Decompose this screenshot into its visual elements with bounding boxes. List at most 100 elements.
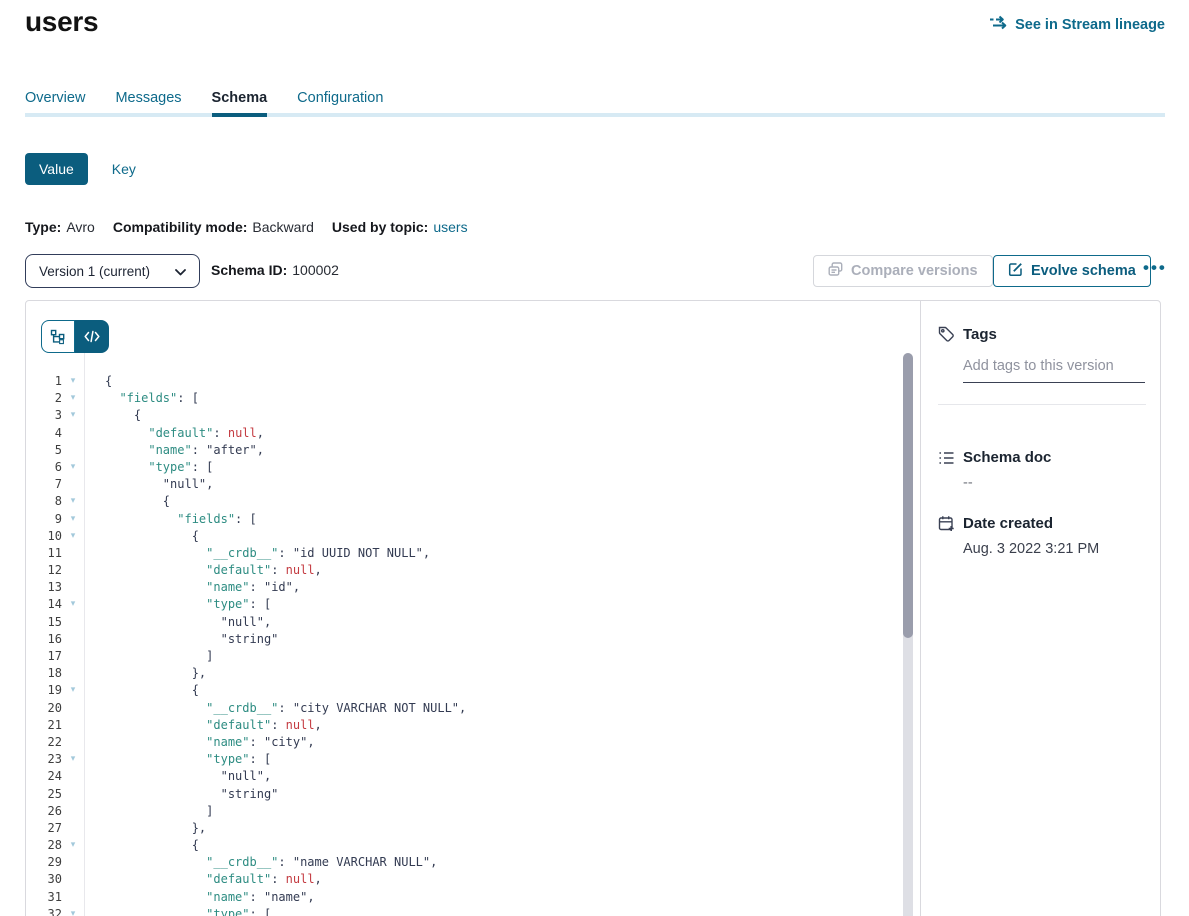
edit-schema-icon bbox=[1008, 262, 1023, 281]
line-number: 15 bbox=[26, 614, 62, 631]
code-line: 31 "name": "name", bbox=[26, 889, 903, 906]
evolve-schema-button[interactable]: Evolve schema bbox=[993, 255, 1151, 287]
line-number: 30 bbox=[26, 871, 62, 888]
fold-arrow-icon[interactable]: ▾ bbox=[62, 390, 84, 407]
version-toolbar: Version 1 (current) Schema ID: 100002 Co… bbox=[25, 254, 1165, 288]
line-number: 31 bbox=[26, 889, 62, 906]
version-select-value: Version 1 (current) bbox=[39, 264, 150, 279]
code-text: { bbox=[84, 407, 141, 424]
schema-id: Schema ID: 100002 bbox=[211, 262, 339, 278]
code-line: 15 "null", bbox=[26, 614, 903, 631]
line-number: 8 bbox=[26, 493, 62, 510]
code-text: ] bbox=[84, 648, 213, 665]
version-select[interactable]: Version 1 (current) bbox=[25, 254, 200, 288]
fold-spacer bbox=[62, 889, 84, 906]
tab-bar: Overview Messages Schema Configuration bbox=[25, 90, 383, 110]
code-text: "default": null, bbox=[84, 717, 322, 734]
fold-arrow-icon[interactable]: ▾ bbox=[62, 528, 84, 545]
see-in-stream-lineage-link[interactable]: See in Stream lineage bbox=[989, 15, 1165, 34]
fold-spacer bbox=[62, 648, 84, 665]
fold-spacer bbox=[62, 562, 84, 579]
fold-arrow-icon[interactable]: ▾ bbox=[62, 407, 84, 424]
type-label: Type: bbox=[25, 219, 61, 235]
tag-icon bbox=[938, 326, 955, 343]
code-line: 28▾ { bbox=[26, 837, 903, 854]
line-number: 1 bbox=[26, 373, 62, 390]
line-number: 21 bbox=[26, 717, 62, 734]
code-text: "__crdb__": "city VARCHAR NOT NULL", bbox=[84, 700, 466, 717]
add-tags-input[interactable] bbox=[963, 358, 1145, 383]
schema-id-label: Schema ID: bbox=[211, 262, 287, 278]
tab-configuration[interactable]: Configuration bbox=[297, 90, 383, 110]
code-line: 9▾ "fields": [ bbox=[26, 511, 903, 528]
code-line: 12 "default": null, bbox=[26, 562, 903, 579]
line-number: 18 bbox=[26, 665, 62, 682]
code-view-icon[interactable] bbox=[75, 320, 109, 353]
fold-spacer bbox=[62, 734, 84, 751]
code-text: }, bbox=[84, 665, 206, 682]
more-actions-button[interactable]: ••• bbox=[1143, 258, 1167, 278]
tags-header: Tags bbox=[938, 326, 1146, 343]
code-text: ] bbox=[84, 803, 213, 820]
code-line: 10▾ { bbox=[26, 528, 903, 545]
fold-arrow-icon[interactable]: ▾ bbox=[62, 596, 84, 613]
code-text: { bbox=[84, 682, 199, 699]
editor-scrollbar-thumb[interactable] bbox=[903, 353, 913, 638]
meta-compatibility: Compatibility mode: Backward bbox=[113, 219, 314, 235]
fold-arrow-icon[interactable]: ▾ bbox=[62, 682, 84, 699]
tab-underline-track bbox=[25, 113, 1165, 117]
tab-messages[interactable]: Messages bbox=[115, 90, 181, 110]
line-number: 16 bbox=[26, 631, 62, 648]
line-number: 3 bbox=[26, 407, 62, 424]
date-created-section: Date created Aug. 3 2022 3:21 PM bbox=[938, 515, 1146, 557]
code-line: 30 "default": null, bbox=[26, 871, 903, 888]
line-number: 6 bbox=[26, 459, 62, 476]
schema-details-sidebar: Tags Schema bbox=[920, 301, 1162, 916]
code-line: 13 "name": "id", bbox=[26, 579, 903, 596]
line-number: 9 bbox=[26, 511, 62, 528]
schema-code-editor[interactable]: 1▾{2▾ "fields": [3▾ {4 "default": null,5… bbox=[26, 353, 903, 916]
fold-arrow-icon[interactable]: ▾ bbox=[62, 837, 84, 854]
code-line: 18 }, bbox=[26, 665, 903, 682]
line-number: 13 bbox=[26, 579, 62, 596]
fold-arrow-icon[interactable]: ▾ bbox=[62, 373, 84, 390]
code-text: "name": "city", bbox=[84, 734, 315, 751]
code-text: "default": null, bbox=[84, 871, 322, 888]
tab-overview[interactable]: Overview bbox=[25, 90, 85, 110]
compatibility-label: Compatibility mode: bbox=[113, 219, 248, 235]
fold-spacer bbox=[62, 614, 84, 631]
compare-versions-icon bbox=[828, 262, 843, 281]
code-lines: 1▾{2▾ "fields": [3▾ {4 "default": null,5… bbox=[26, 353, 903, 916]
tags-body bbox=[963, 358, 1146, 383]
line-number: 19 bbox=[26, 682, 62, 699]
tab-schema[interactable]: Schema bbox=[212, 90, 268, 110]
code-text: "name": "after", bbox=[84, 442, 264, 459]
code-line: 2▾ "fields": [ bbox=[26, 390, 903, 407]
fold-arrow-icon[interactable]: ▾ bbox=[62, 459, 84, 476]
fold-spacer bbox=[62, 665, 84, 682]
fold-spacer bbox=[62, 768, 84, 785]
code-text: { bbox=[84, 837, 199, 854]
compatibility-value: Backward bbox=[252, 219, 313, 235]
type-value: Avro bbox=[66, 219, 95, 235]
schema-doc-section: Schema doc -- bbox=[938, 449, 1146, 491]
fold-spacer bbox=[62, 717, 84, 734]
code-line: 4 "default": null, bbox=[26, 425, 903, 442]
code-line: 17 ] bbox=[26, 648, 903, 665]
code-text: "type": [ bbox=[84, 906, 271, 916]
fold-arrow-icon[interactable]: ▾ bbox=[62, 511, 84, 528]
editor-scrollbar-track[interactable] bbox=[903, 353, 913, 916]
tree-view-icon[interactable] bbox=[41, 320, 75, 353]
compare-versions-button[interactable]: Compare versions bbox=[813, 255, 993, 287]
fold-arrow-icon[interactable]: ▾ bbox=[62, 493, 84, 510]
fold-arrow-icon[interactable]: ▾ bbox=[62, 751, 84, 768]
code-text: "default": null, bbox=[84, 562, 322, 579]
key-toggle-link[interactable]: Key bbox=[112, 161, 136, 177]
code-text: "__crdb__": "name VARCHAR NULL", bbox=[84, 854, 437, 871]
code-line: 20 "__crdb__": "city VARCHAR NOT NULL", bbox=[26, 700, 903, 717]
fold-arrow-icon[interactable]: ▾ bbox=[62, 906, 84, 916]
value-toggle-button[interactable]: Value bbox=[25, 153, 88, 185]
line-number: 17 bbox=[26, 648, 62, 665]
schema-panel: 1▾{2▾ "fields": [3▾ {4 "default": null,5… bbox=[25, 300, 1161, 916]
topic-link[interactable]: users bbox=[433, 219, 467, 235]
